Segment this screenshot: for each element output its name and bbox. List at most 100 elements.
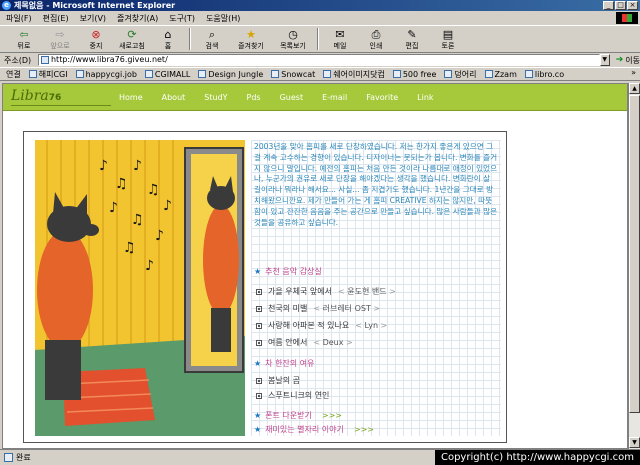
menu-favorites[interactable]: 즐겨찾기(A) bbox=[117, 13, 158, 24]
minimize-button[interactable]: _ bbox=[603, 1, 614, 10]
song-artist: Deux bbox=[322, 338, 344, 347]
link-page-icon bbox=[392, 70, 401, 78]
link-text: Snowcat bbox=[281, 69, 316, 79]
svg-text:♪: ♪ bbox=[109, 200, 118, 216]
nav-email[interactable]: E-mail bbox=[322, 93, 347, 102]
song-artist: 윤도현 밴드 bbox=[347, 287, 387, 296]
song-item[interactable]: 사랑해 아파본 적 있나요 < Lyn > bbox=[256, 320, 387, 331]
scroll-thumb[interactable] bbox=[629, 95, 640, 413]
menu-tools[interactable]: 도구(T) bbox=[169, 13, 195, 24]
address-dropdown-button[interactable]: ▼ bbox=[599, 54, 610, 66]
link-item[interactable]: 500 free bbox=[392, 69, 437, 79]
back-label: 뒤로 bbox=[17, 42, 31, 50]
book-item[interactable]: 스푸트니크의 연인 bbox=[256, 390, 329, 401]
link-text: happycgi.job bbox=[85, 69, 137, 79]
menu-view[interactable]: 보기(V) bbox=[80, 13, 106, 24]
refresh-icon: ⟳ bbox=[127, 28, 137, 41]
song-title: 가을 우체국 앞에서 bbox=[268, 287, 332, 296]
mail-button[interactable]: ✉ 메일 bbox=[322, 26, 358, 53]
title-bar: e 제목없음 - Microsoft Internet Explorer _ □… bbox=[0, 0, 640, 11]
content-box: ♪ ♫ ♪ ♫ ♪ ♫ ♪ ♫ ♪ ♪ 2003년을 맞아 홈피를 새로 단장하였습니다. … bbox=[23, 131, 507, 443]
link-text: 500 free bbox=[402, 69, 437, 79]
link-text: libro.co bbox=[534, 69, 565, 79]
history-icon: ◷ bbox=[288, 28, 298, 41]
home-label: 홈 bbox=[164, 42, 172, 50]
nav-about[interactable]: About bbox=[162, 93, 186, 102]
link-page-icon bbox=[198, 70, 207, 78]
song-item[interactable]: 가을 우체국 앞에서 < 윤도현 밴드 > bbox=[256, 286, 396, 297]
page-icon bbox=[40, 56, 49, 64]
link-text: 쉐어이미지닷컴 bbox=[333, 69, 385, 79]
book-title: 봄날의 곰 bbox=[268, 376, 300, 385]
menu-help[interactable]: 도움말(H) bbox=[206, 13, 240, 24]
go-button[interactable]: ➔ 이동 bbox=[616, 55, 640, 66]
scroll-down-button[interactable]: ▼ bbox=[629, 437, 640, 448]
link-item[interactable]: 쉐어이미지닷컴 bbox=[323, 69, 385, 80]
vertical-scrollbar[interactable]: ▲ ▼ bbox=[628, 83, 640, 449]
link-item[interactable]: libro.co bbox=[524, 69, 565, 79]
link-page-icon bbox=[484, 70, 493, 78]
book-item[interactable]: 봄날의 곰 bbox=[256, 375, 300, 386]
svg-text:♫: ♫ bbox=[115, 176, 128, 192]
menu-bar: 파일(F) 편집(E) 보기(V) 즐겨찾기(A) 도구(T) 도움말(H) bbox=[0, 11, 640, 25]
refresh-button[interactable]: ⟳ 새로고침 bbox=[114, 26, 150, 53]
books-section-heading[interactable]: ★ 차 한잔의 여유 bbox=[254, 358, 314, 369]
mail-icon: ✉ bbox=[335, 28, 345, 41]
history-button[interactable]: ◷ 목록보기 bbox=[272, 26, 314, 53]
song-title: 사랑해 아파본 적 있나요 bbox=[268, 321, 350, 330]
discuss-button[interactable]: ▤ 토론 bbox=[430, 26, 466, 53]
favorites-button[interactable]: ★ 즐겨찾기 bbox=[230, 26, 272, 53]
link-item[interactable]: happycgi.job bbox=[75, 69, 137, 79]
illustration-svg: ♪♫♪ ♫♪♫ ♪♫♪ ♪ bbox=[35, 140, 245, 436]
song-item[interactable]: 천국의 미밸 < 러브레터 OST > bbox=[256, 303, 380, 314]
logo-text: Libra bbox=[11, 88, 49, 104]
menu-edit[interactable]: 편집(E) bbox=[43, 13, 69, 24]
print-button[interactable]: ⎙ 인쇄 bbox=[358, 26, 394, 53]
home-button[interactable]: ⌂ 홈 bbox=[150, 26, 186, 53]
play-box-icon bbox=[256, 305, 262, 312]
address-input[interactable]: http://www.libra76.giveu.net/ bbox=[37, 54, 600, 66]
favorites-label: 즐겨찾기 bbox=[238, 42, 264, 50]
site-header: Libra76 Home About StudY Pds Guest E-mai… bbox=[3, 84, 627, 114]
search-button[interactable]: ⌕ 검색 bbox=[194, 26, 230, 53]
song-item[interactable]: 여름 안에서 < Deux > bbox=[256, 337, 353, 348]
menu-file[interactable]: 파일(F) bbox=[6, 13, 32, 24]
nav-guest[interactable]: Guest bbox=[280, 93, 304, 102]
scroll-up-button[interactable]: ▲ bbox=[629, 83, 640, 94]
star-icon: ★ bbox=[254, 359, 262, 368]
nav-link[interactable]: Link bbox=[417, 93, 433, 102]
logo-underline bbox=[11, 105, 111, 106]
nav-home[interactable]: Home bbox=[119, 93, 143, 102]
link-item[interactable]: Design Jungle bbox=[198, 70, 263, 79]
ie-logo-icon: e bbox=[2, 1, 11, 10]
link-item[interactable]: 덩어리 bbox=[444, 69, 477, 80]
search-label: 검색 bbox=[205, 42, 219, 50]
play-box-icon bbox=[256, 377, 262, 384]
link-page-icon bbox=[28, 70, 37, 78]
nav-pds[interactable]: Pds bbox=[247, 93, 261, 102]
song-artist: Lyn bbox=[364, 321, 379, 330]
music-section-heading[interactable]: ★ 추천 음악 감상실 bbox=[254, 266, 322, 277]
intro-text-panel: 2003년을 맞아 홈피를 새로 단장하였습니다. 저는 한가지 좋은게 있으면… bbox=[251, 140, 501, 436]
links-more-chevron-icon[interactable]: » bbox=[631, 68, 636, 77]
edit-label: 편집 bbox=[405, 42, 419, 50]
link-item[interactable]: Snowcat bbox=[271, 70, 315, 79]
site-logo[interactable]: Libra76 bbox=[11, 88, 61, 104]
constellation-stories-link[interactable]: ★ 재미있는 별자리 이야기 >>> bbox=[254, 424, 374, 435]
links-label: 연결 bbox=[6, 69, 21, 79]
close-button[interactable]: × bbox=[627, 1, 638, 10]
refresh-label: 새로고침 bbox=[119, 42, 145, 50]
nav-study[interactable]: StudY bbox=[204, 93, 227, 102]
link-item[interactable]: 해피CGI bbox=[28, 69, 68, 80]
status-text: 완료 bbox=[16, 453, 31, 462]
link-item[interactable]: CGIMALL bbox=[144, 70, 190, 79]
font-download-link[interactable]: ★ 폰트 다운받기 >>> bbox=[254, 410, 342, 421]
maximize-button[interactable]: □ bbox=[615, 1, 626, 10]
stop-button[interactable]: ⊗ 중지 bbox=[78, 26, 114, 53]
edit-button[interactable]: ✎ 편집 bbox=[394, 26, 430, 53]
toolbar-separator bbox=[189, 28, 191, 50]
nav-favorite[interactable]: Favorite bbox=[366, 93, 398, 102]
link-item[interactable]: Zzam bbox=[484, 70, 517, 79]
forward-button[interactable]: ⇨ 앞으로 bbox=[42, 26, 78, 53]
back-button[interactable]: ⇦ 뒤로 bbox=[6, 26, 42, 53]
